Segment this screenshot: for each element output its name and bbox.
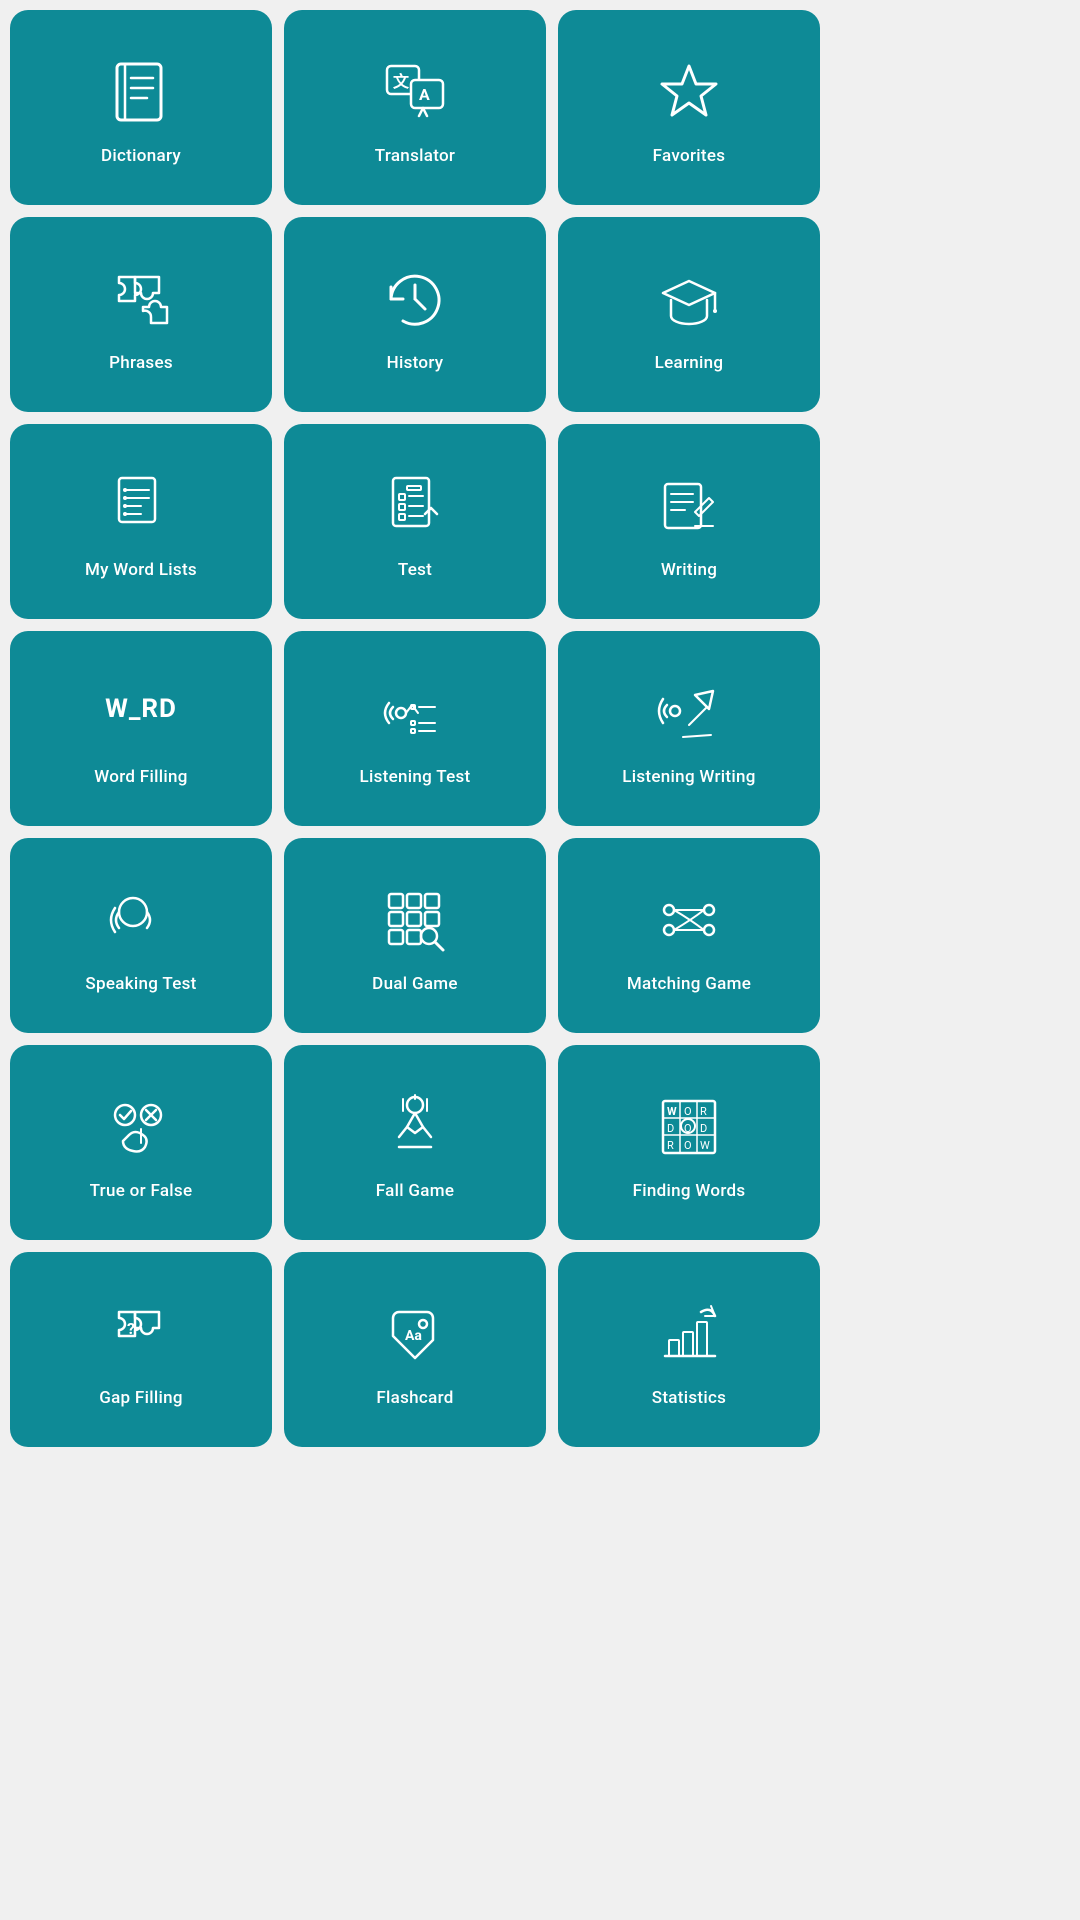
tile-listening-writing[interactable]: Listening Writing [558,631,820,826]
tile-flashcard[interactable]: Aa Flashcard [284,1252,546,1447]
tile-translator[interactable]: 文 A Translator [284,10,546,205]
tile-statistics[interactable]: Statistics [558,1252,820,1447]
test-label: Test [398,560,432,580]
svg-text:?: ? [127,1319,135,1338]
svg-text:R: R [700,1105,707,1118]
translator-icon: 文 A [375,52,455,132]
my-word-lists-label: My Word Lists [85,560,197,580]
tile-learning[interactable]: Learning [558,217,820,412]
flashcard-label: Flashcard [376,1388,453,1408]
word-fill-text: W_RD [105,694,177,724]
tile-finding-words[interactable]: W O R D O D R O W Finding Words [558,1045,820,1240]
favorites-label: Favorites [653,146,726,166]
listening-test-label: Listening Test [359,767,470,787]
svg-text:D: D [667,1122,674,1135]
svg-text:R: R [667,1139,674,1152]
learning-icon [649,259,729,339]
true-or-false-icon [101,1087,181,1167]
tile-dual-game[interactable]: Dual Game [284,838,546,1033]
svg-text:A: A [419,85,430,104]
tile-dictionary[interactable]: Dictionary [10,10,272,205]
tile-matching-game[interactable]: Matching Game [558,838,820,1033]
my-word-lists-icon [101,466,181,546]
dictionary-icon [101,52,181,132]
svg-text:Aa: Aa [405,1328,422,1344]
svg-text:文: 文 [393,72,410,91]
gap-filling-label: Gap Filling [99,1388,183,1408]
tile-test[interactable]: Test [284,424,546,619]
svg-text:O: O [684,1122,692,1135]
tile-word-filling[interactable]: W_RD Word Filling [10,631,272,826]
word-filling-label: Word Filling [94,767,187,787]
tile-speaking-test[interactable]: Speaking Test [10,838,272,1033]
dictionary-label: Dictionary [101,146,181,166]
finding-words-label: Finding Words [633,1181,746,1201]
svg-text:O: O [684,1105,692,1118]
speaking-test-label: Speaking Test [85,974,196,994]
tile-phrases[interactable]: Phrases [10,217,272,412]
dual-game-label: Dual Game [372,974,458,994]
dual-game-icon [375,880,455,960]
test-icon [375,466,455,546]
tile-my-word-lists[interactable]: My Word Lists [10,424,272,619]
favorites-icon [649,52,729,132]
app-grid: Dictionary 文 A Translator Favorites [10,10,820,1447]
tile-gap-filling[interactable]: ? Gap Filling [10,1252,272,1447]
finding-words-icon: W O R D O D R O W [649,1087,729,1167]
phrases-label: Phrases [109,353,173,373]
svg-text:O: O [684,1139,692,1152]
fall-game-label: Fall Game [376,1181,455,1201]
listening-test-icon [375,673,455,753]
word-filling-icon: W_RD [101,673,181,753]
true-or-false-label: True or False [90,1181,193,1201]
gap-filling-icon: ? [101,1294,181,1374]
matching-game-label: Matching Game [627,974,751,994]
speaking-test-icon [101,880,181,960]
tile-history[interactable]: History [284,217,546,412]
learning-label: Learning [655,353,724,373]
translator-label: Translator [375,146,455,166]
statistics-label: Statistics [652,1388,726,1408]
listening-writing-icon [649,673,729,753]
svg-text:W: W [700,1139,710,1152]
tile-writing[interactable]: Writing [558,424,820,619]
writing-icon [649,466,729,546]
history-label: History [387,353,444,373]
flashcard-icon: Aa [375,1294,455,1374]
svg-text:D: D [700,1122,707,1135]
history-icon [375,259,455,339]
phrases-icon [101,259,181,339]
listening-writing-label: Listening Writing [622,767,755,787]
tile-favorites[interactable]: Favorites [558,10,820,205]
fall-game-icon [375,1087,455,1167]
svg-text:W: W [667,1105,677,1118]
writing-label: Writing [661,560,717,580]
statistics-icon [649,1294,729,1374]
tile-listening-test[interactable]: Listening Test [284,631,546,826]
tile-true-or-false[interactable]: True or False [10,1045,272,1240]
matching-game-icon [649,880,729,960]
tile-fall-game[interactable]: Fall Game [284,1045,546,1240]
